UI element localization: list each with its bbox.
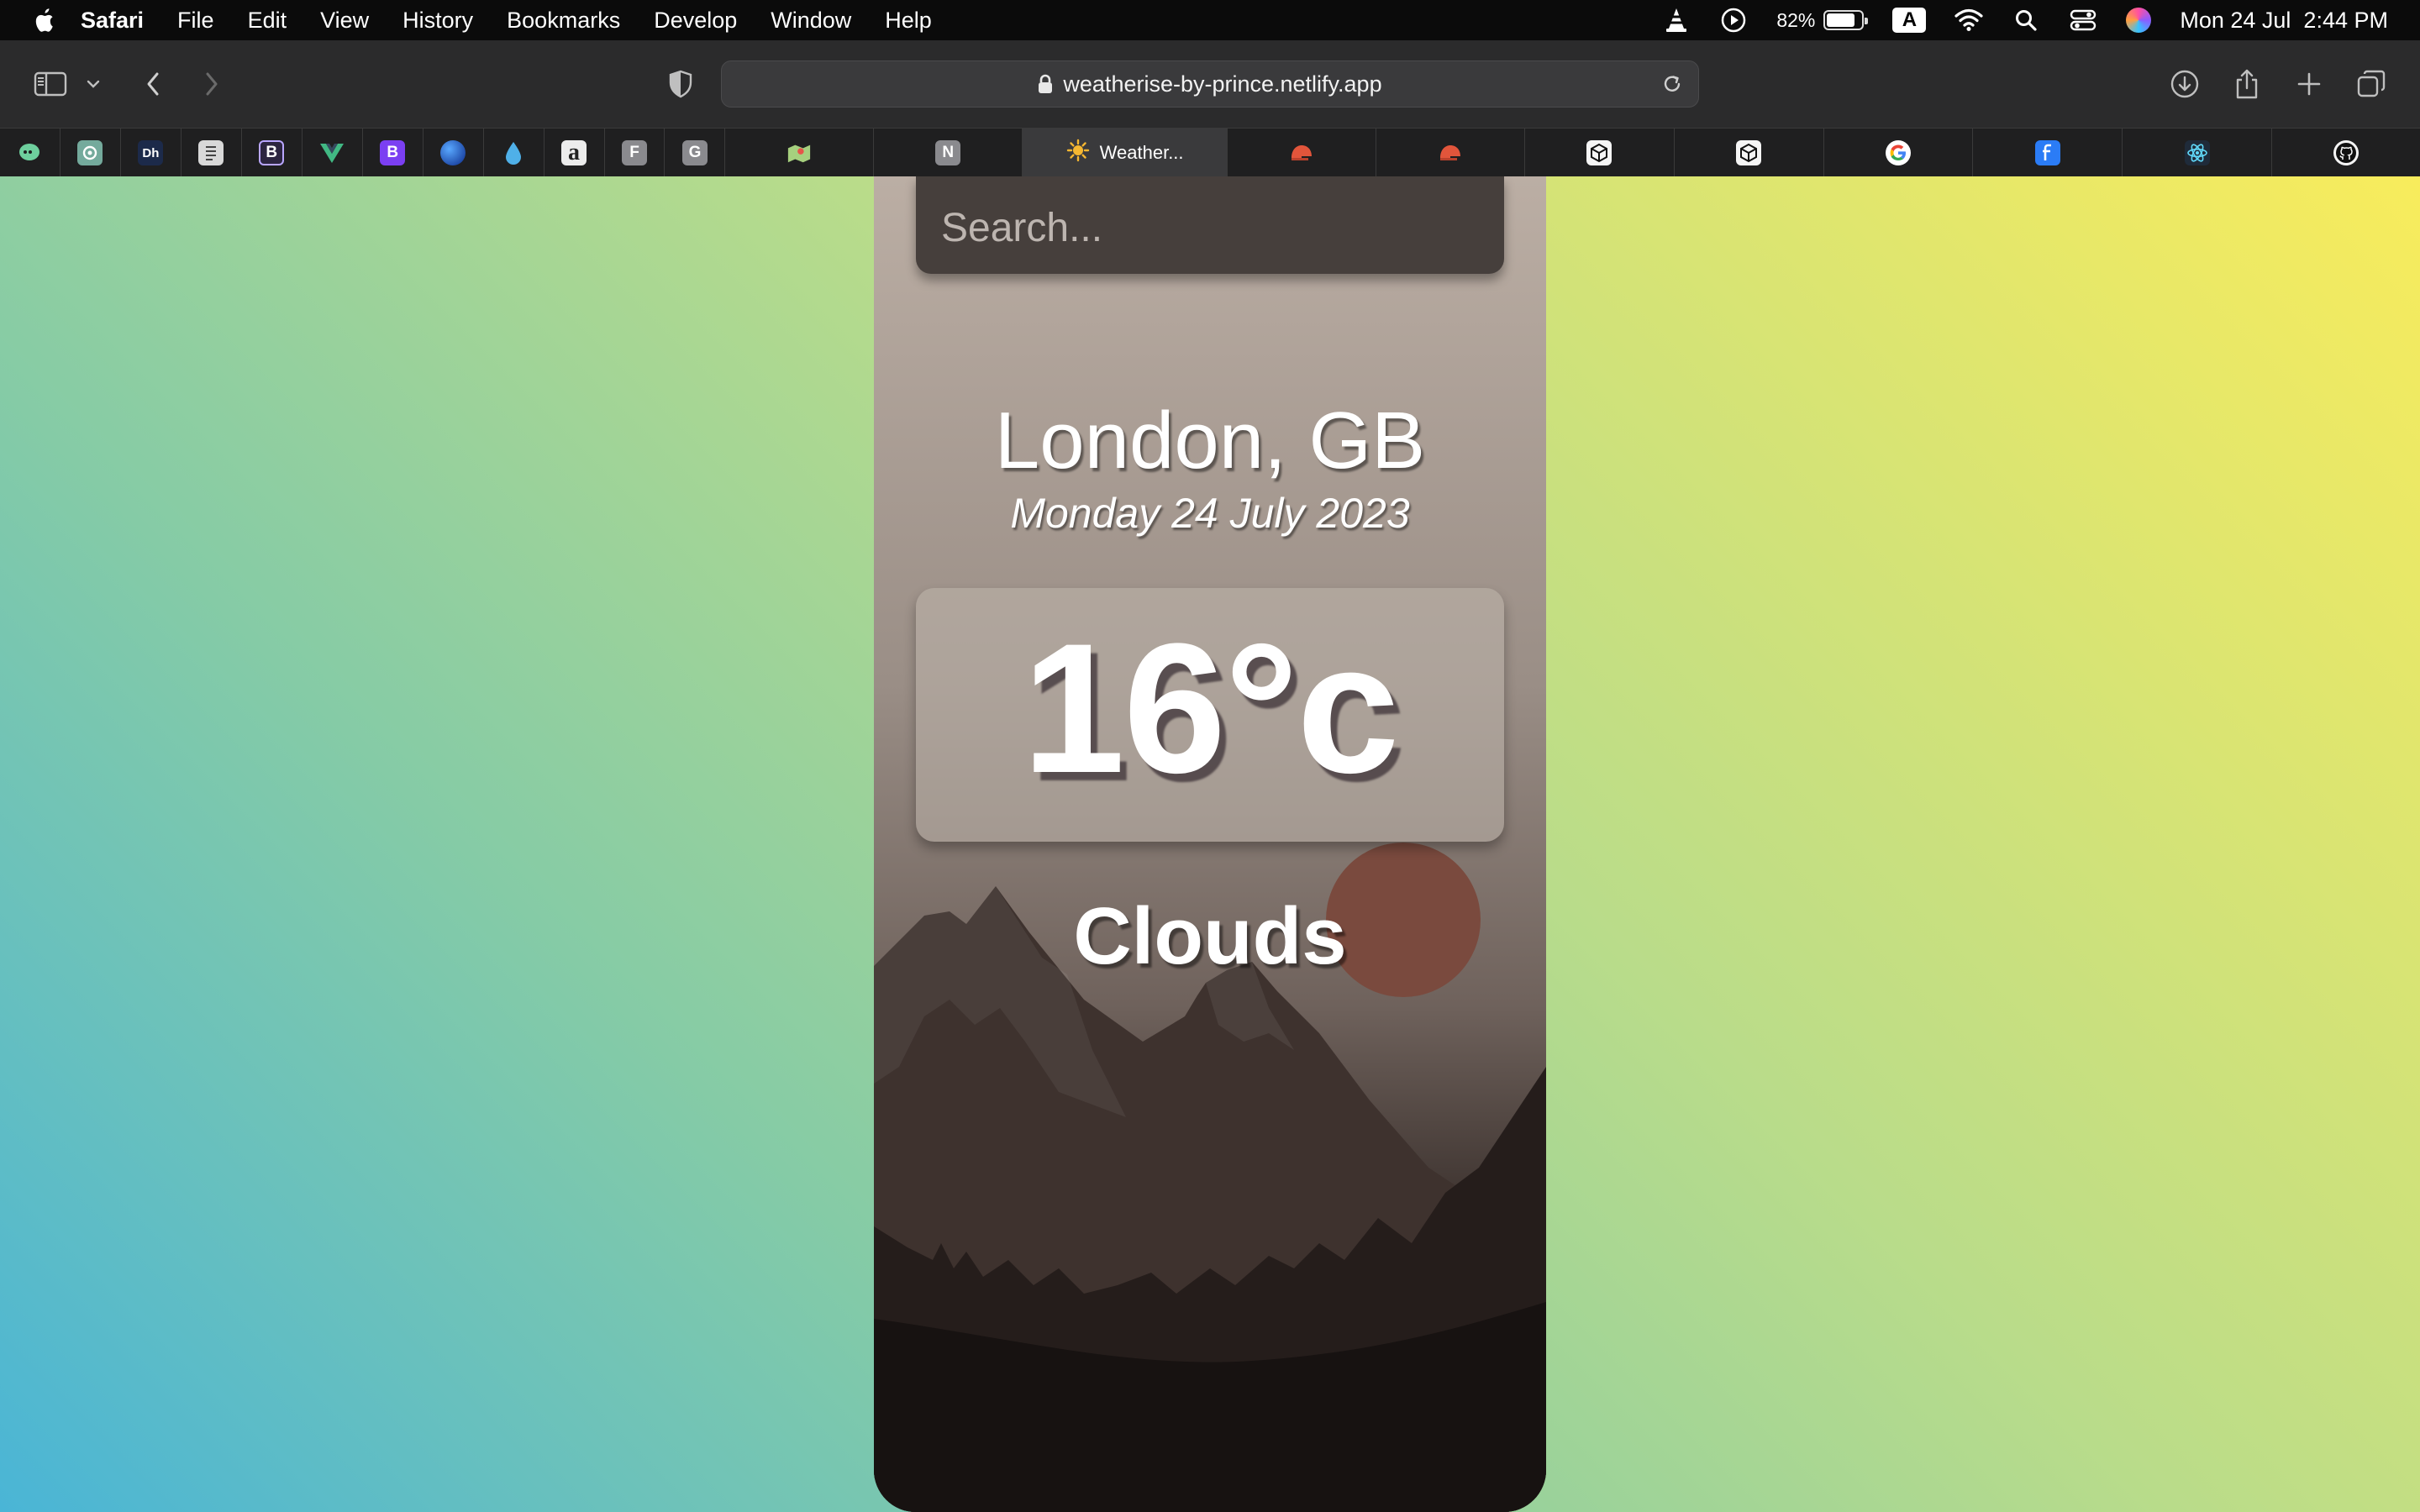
document-favicon-icon xyxy=(198,140,224,165)
vlc-cone-icon[interactable] xyxy=(1662,6,1691,34)
search-box xyxy=(916,176,1504,274)
tab-pinned-g[interactable]: G xyxy=(665,129,726,177)
apple-menu-icon[interactable] xyxy=(32,7,55,34)
chat-bubble-favicon-icon xyxy=(17,140,43,165)
forward-chevron-icon[interactable] xyxy=(193,66,230,102)
menu-help[interactable]: Help xyxy=(885,8,932,34)
n-favicon-icon: N xyxy=(935,140,961,165)
sidebar-toggle-icon[interactable] xyxy=(32,66,69,102)
privacy-shield-icon[interactable] xyxy=(662,66,699,102)
tab-codesandbox-2[interactable] xyxy=(1675,129,1824,177)
tab-pinned-chat[interactable] xyxy=(0,129,60,177)
active-tab-title: Weather... xyxy=(1099,142,1184,163)
battery-level-fill xyxy=(1827,13,1855,27)
tab-overview-icon[interactable] xyxy=(2353,66,2390,102)
tab-pinned-vue[interactable] xyxy=(302,129,363,177)
water-drop-favicon-icon xyxy=(501,140,526,165)
tab-f-blue[interactable] xyxy=(1973,129,2123,177)
map-favicon-icon xyxy=(786,140,812,165)
battery-status[interactable]: 82% xyxy=(1776,8,1869,32)
tab-n[interactable]: N xyxy=(874,129,1023,177)
google-favicon-icon xyxy=(1885,140,1911,165)
now-playing-icon[interactable] xyxy=(1719,6,1748,34)
mountain-background xyxy=(874,843,1546,1512)
weather-card: London, GB Monday 24 July 2023 16°c Clou… xyxy=(874,176,1546,1512)
location-title: London, GB xyxy=(994,396,1426,486)
control-center-icon[interactable] xyxy=(2069,6,2097,34)
menu-view[interactable]: View xyxy=(320,8,369,34)
search-input[interactable] xyxy=(916,176,1504,274)
tab-google[interactable] xyxy=(1824,129,1974,177)
address-bar[interactable]: weatherise-by-prince.netlify.app xyxy=(721,60,1699,108)
sun-favicon-icon xyxy=(1066,139,1090,167)
tab-weather-active[interactable]: Weather... xyxy=(1023,129,1228,177)
reload-icon[interactable] xyxy=(1660,71,1685,97)
weather-condition: Clouds xyxy=(1073,891,1347,981)
menu-bar-clock[interactable]: Mon 24 Jul 2:44 PM xyxy=(2180,8,2388,34)
menu-develop[interactable]: Develop xyxy=(654,8,737,34)
downloads-icon[interactable] xyxy=(2166,66,2203,102)
bootstrap-favicon-icon: B xyxy=(380,140,406,165)
chatgpt-favicon-icon xyxy=(77,140,103,165)
tab-pinned-bootstrap[interactable]: B xyxy=(363,129,424,177)
menu-file[interactable]: File xyxy=(177,8,214,34)
date-label: Monday 24 July 2023 xyxy=(1010,490,1410,537)
g-favicon-icon: G xyxy=(681,140,708,165)
helmet-favicon-icon xyxy=(1438,140,1463,165)
tab-pinned-drop[interactable] xyxy=(484,129,544,177)
menu-window[interactable]: Window xyxy=(771,8,851,34)
share-icon[interactable] xyxy=(2228,66,2265,102)
b-outline-favicon-icon: B xyxy=(259,140,285,165)
helmet-favicon-icon xyxy=(1289,140,1314,165)
menu-bookmarks[interactable]: Bookmarks xyxy=(507,8,620,34)
codesandbox-favicon-icon xyxy=(1736,140,1762,165)
tab-pinned-a[interactable]: a xyxy=(544,129,605,177)
tab-codesandbox-1[interactable] xyxy=(1525,129,1675,177)
blue-orb-favicon-icon xyxy=(440,140,466,165)
menu-bar: Safari File Edit View History Bookmarks … xyxy=(0,0,2420,40)
react-favicon-icon xyxy=(2184,140,2210,165)
tab-pinned-dh[interactable]: Dh xyxy=(121,129,182,177)
spotlight-search-icon[interactable] xyxy=(2012,6,2040,34)
a-favicon-icon: a xyxy=(561,139,587,165)
tab-pinned-b-outline[interactable]: B xyxy=(242,129,302,177)
tab-bar: Dh B B a F G N Weather... xyxy=(0,128,2420,177)
codesandbox-favicon-icon xyxy=(1586,140,1612,165)
f-blue-favicon-icon xyxy=(2034,140,2060,165)
tab-github[interactable] xyxy=(2272,129,2420,177)
siri-icon[interactable] xyxy=(2126,8,2152,33)
temperature-value: 16°c xyxy=(1022,604,1399,811)
dh-favicon-icon: Dh xyxy=(138,140,164,165)
tab-group-chevron-down-icon[interactable] xyxy=(81,66,106,102)
tab-pinned-doc[interactable] xyxy=(182,129,242,177)
menu-edit[interactable]: Edit xyxy=(248,8,287,34)
temperature-box: 16°c xyxy=(916,588,1504,842)
webpage-viewport: London, GB Monday 24 July 2023 16°c Clou… xyxy=(0,176,2420,1512)
tab-helmet-2[interactable] xyxy=(1376,129,1525,177)
vue-favicon-icon xyxy=(319,140,345,165)
input-source-badge[interactable]: A xyxy=(1892,8,1927,33)
battery-percent: 82% xyxy=(1776,8,1816,31)
wifi-icon[interactable] xyxy=(1954,6,1983,34)
url-text: weatherise-by-prince.netlify.app xyxy=(1063,71,1382,97)
f-favicon-icon: F xyxy=(622,140,647,165)
tab-pinned-chatgpt[interactable] xyxy=(60,129,121,177)
tab-pinned-f[interactable]: F xyxy=(605,129,666,177)
menu-app-name[interactable]: Safari xyxy=(81,8,144,34)
github-favicon-icon xyxy=(2333,140,2360,165)
battery-icon xyxy=(1823,10,1869,30)
menu-history[interactable]: History xyxy=(402,8,473,34)
browser-toolbar: weatherise-by-prince.netlify.app xyxy=(0,40,2420,128)
tab-pinned-orb[interactable] xyxy=(424,129,484,177)
lock-icon xyxy=(1038,74,1053,94)
tab-react[interactable] xyxy=(2123,129,2273,177)
new-tab-plus-icon[interactable] xyxy=(2291,66,2328,102)
back-chevron-icon[interactable] xyxy=(134,66,171,102)
tab-map[interactable] xyxy=(725,129,875,177)
tab-helmet-1[interactable] xyxy=(1228,129,1376,177)
